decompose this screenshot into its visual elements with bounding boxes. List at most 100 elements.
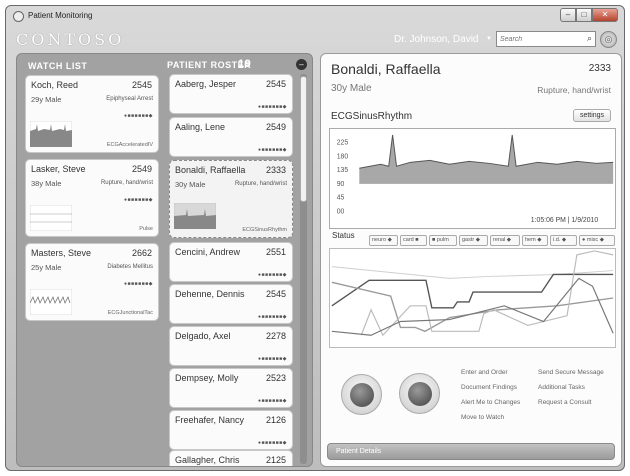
patient-id: 2523	[265, 373, 286, 383]
roster-card[interactable]: Cencini, Andrew 2551 ●■■■■■■◆	[169, 242, 293, 282]
roster-card[interactable]: Freehafer, Nancy 2126 ●■■■■■■◆	[169, 410, 293, 450]
watch-card[interactable]: Lasker, Steve 2549 38y Male Rupture, han…	[25, 159, 159, 237]
scrollbar-thumb[interactable]	[300, 76, 307, 202]
app-window: Patient Monitoring – □ ✕ CONTOSO Dr. Joh…	[5, 5, 625, 471]
roster-card-selected[interactable]: Bonaldi, Raffaella 2333 30y Male Rupture…	[169, 160, 293, 238]
chevron-down-icon[interactable]: ▼	[486, 36, 492, 42]
patient-diagnosis: Diabetes Mellitus	[107, 264, 153, 270]
patient-id: 2662	[131, 248, 152, 258]
patient-details-label: Patient Details	[336, 448, 382, 455]
patient-details-bar[interactable]: Patient Details	[327, 443, 615, 460]
patient-diagnosis: Rupture, hand/wrist	[234, 181, 287, 187]
ecg-tick: 225	[337, 140, 349, 147]
status-indicators: ●■■■■■■◆	[258, 104, 287, 110]
status-tabs: neuro ◆ card ■ ■ pulm gastr ◆ renal ◆ he…	[369, 235, 615, 246]
patient-id: 2126	[265, 415, 286, 425]
status-trend-chart	[329, 248, 616, 348]
mini-ecg-chart	[30, 289, 72, 315]
patient-name: Gallagher, Chris	[175, 455, 240, 465]
minimize-button[interactable]: –	[560, 8, 576, 22]
send-secure-message-link[interactable]: Send Secure Message	[538, 369, 604, 376]
enter-and-order-link[interactable]: Enter and Order	[461, 369, 508, 376]
status-tab-pulm[interactable]: ■ pulm	[429, 235, 457, 246]
patient-id: 2549	[265, 122, 286, 132]
window-app-icon	[13, 11, 24, 22]
search-input[interactable]	[500, 34, 578, 45]
globe-button[interactable]	[341, 374, 382, 415]
alert-me-to-changes-link[interactable]: Alert Me to Changes	[461, 399, 520, 406]
patient-demographics: 29y Male	[31, 95, 62, 104]
patient-id: 2278	[265, 331, 286, 341]
status-tab-card[interactable]: card ■	[400, 235, 427, 246]
status-indicators: ●■■■■■■◆	[258, 272, 287, 278]
rhythm-label: Pulse	[139, 226, 153, 232]
camera-icon	[408, 382, 432, 406]
status-tab-renal[interactable]: renal ◆	[490, 235, 520, 246]
status-indicators: ●■■■■■■◆	[124, 197, 153, 203]
patient-name: Freehafer, Nancy	[175, 415, 245, 425]
app-orb-icon[interactable]: ◎	[600, 31, 617, 48]
status-tab-hem[interactable]: hem ◆	[522, 235, 548, 246]
watch-list-title: WATCH LIST	[28, 61, 88, 71]
move-to-watch-link[interactable]: Move to Watch	[461, 414, 504, 421]
ecg-tick: 135	[337, 167, 349, 174]
status-tab-gastr[interactable]: gastr ◆	[459, 235, 488, 246]
detail-patient-name: Bonaldi, Raffaella	[331, 61, 441, 77]
patient-name: Dehenne, Dennis	[175, 289, 245, 299]
patient-diagnosis: Epiphyseal Arrest	[106, 96, 153, 102]
status-tab-id[interactable]: i.d. ◆	[550, 235, 577, 246]
ecg-tick: 45	[337, 195, 345, 202]
camera-button[interactable]	[399, 373, 440, 414]
search-icon[interactable]: ⌕	[587, 33, 592, 44]
status-tab-misc[interactable]: ● misc ◆	[579, 235, 615, 246]
roster-card[interactable]: Aaberg, Jesper 2545 ●■■■■■■◆	[169, 74, 293, 114]
patient-demographics: 30y Male	[175, 180, 206, 189]
maximize-button[interactable]: □	[576, 8, 592, 22]
patient-detail-panel: Bonaldi, Raffaella 2333 30y Male Rupture…	[320, 53, 622, 467]
mini-ecg-chart	[30, 121, 72, 147]
patient-id: 2549	[131, 164, 152, 174]
patient-name: Koch, Reed	[31, 80, 79, 90]
patient-name: Aaling, Lene	[175, 122, 226, 132]
title-bar: Patient Monitoring – □ ✕	[6, 6, 624, 28]
patient-id: 2545	[265, 79, 286, 89]
detail-patient-id: 2333	[588, 63, 611, 74]
ecg-tick: 90	[337, 181, 345, 188]
search-box[interactable]: ⌕	[496, 31, 596, 47]
document-findings-link[interactable]: Document Findings	[461, 384, 517, 391]
status-indicators: ●■■■■■■◆	[258, 398, 287, 404]
user-menu[interactable]: Dr. Johnson, David	[394, 34, 479, 45]
patient-id: 2125	[265, 455, 286, 465]
globe-icon	[350, 383, 374, 407]
patient-name: Aaberg, Jesper	[175, 79, 237, 89]
ecg-chart: 225 180 135 90 45 00 1:05:06 PM | 1/9/20…	[329, 128, 616, 229]
roster-card[interactable]: Delgado, Axel 2278 ●■■■■■■◆	[169, 326, 293, 366]
patient-name: Lasker, Steve	[31, 164, 86, 174]
roster-card[interactable]: Dempsey, Molly 2523 ●■■■■■■◆	[169, 368, 293, 408]
patient-name: Cencini, Andrew	[175, 247, 241, 257]
roster-card[interactable]: Aaling, Lene 2549 ●■■■■■■◆	[169, 117, 293, 157]
watch-card[interactable]: Koch, Reed 2545 29y Male Epiphyseal Arre…	[25, 75, 159, 153]
roster-card[interactable]: Dehenne, Dennis 2545 ●■■■■■■◆	[169, 284, 293, 324]
patient-lists-panel: WATCH LIST PATIENT ROSTER 19 – Koch, Ree…	[16, 53, 313, 467]
patient-id: 2333	[265, 165, 286, 175]
patient-name: Masters, Steve	[31, 248, 92, 258]
patient-name: Bonaldi, Raffaella	[175, 165, 246, 175]
roster-scrollbar[interactable]	[300, 74, 307, 464]
rhythm-label: ECGJunctionalTac	[107, 310, 153, 316]
collapse-icon[interactable]: –	[296, 59, 307, 70]
mini-pulse-chart	[30, 205, 72, 231]
close-button[interactable]: ✕	[592, 8, 618, 22]
request-a-consult-link[interactable]: Request a Consult	[538, 399, 591, 406]
watch-card[interactable]: Masters, Steve 2662 25y Male Diabetes Me…	[25, 243, 159, 321]
status-tab-neuro[interactable]: neuro ◆	[369, 235, 398, 246]
status-indicators: ●■■■■■■◆	[258, 356, 287, 362]
roster-card[interactable]: Gallagher, Chris 2125	[169, 450, 293, 466]
settings-button[interactable]: settings	[573, 109, 611, 122]
window-title: Patient Monitoring	[28, 11, 93, 20]
patient-demographics: 25y Male	[31, 263, 62, 272]
patient-id: 2545	[265, 289, 286, 299]
detail-rhythm-label: ECGSinusRhythm	[331, 111, 413, 122]
additional-tasks-link[interactable]: Additional Tasks	[538, 384, 585, 391]
patient-diagnosis: Rupture, hand/wrist	[100, 180, 153, 186]
